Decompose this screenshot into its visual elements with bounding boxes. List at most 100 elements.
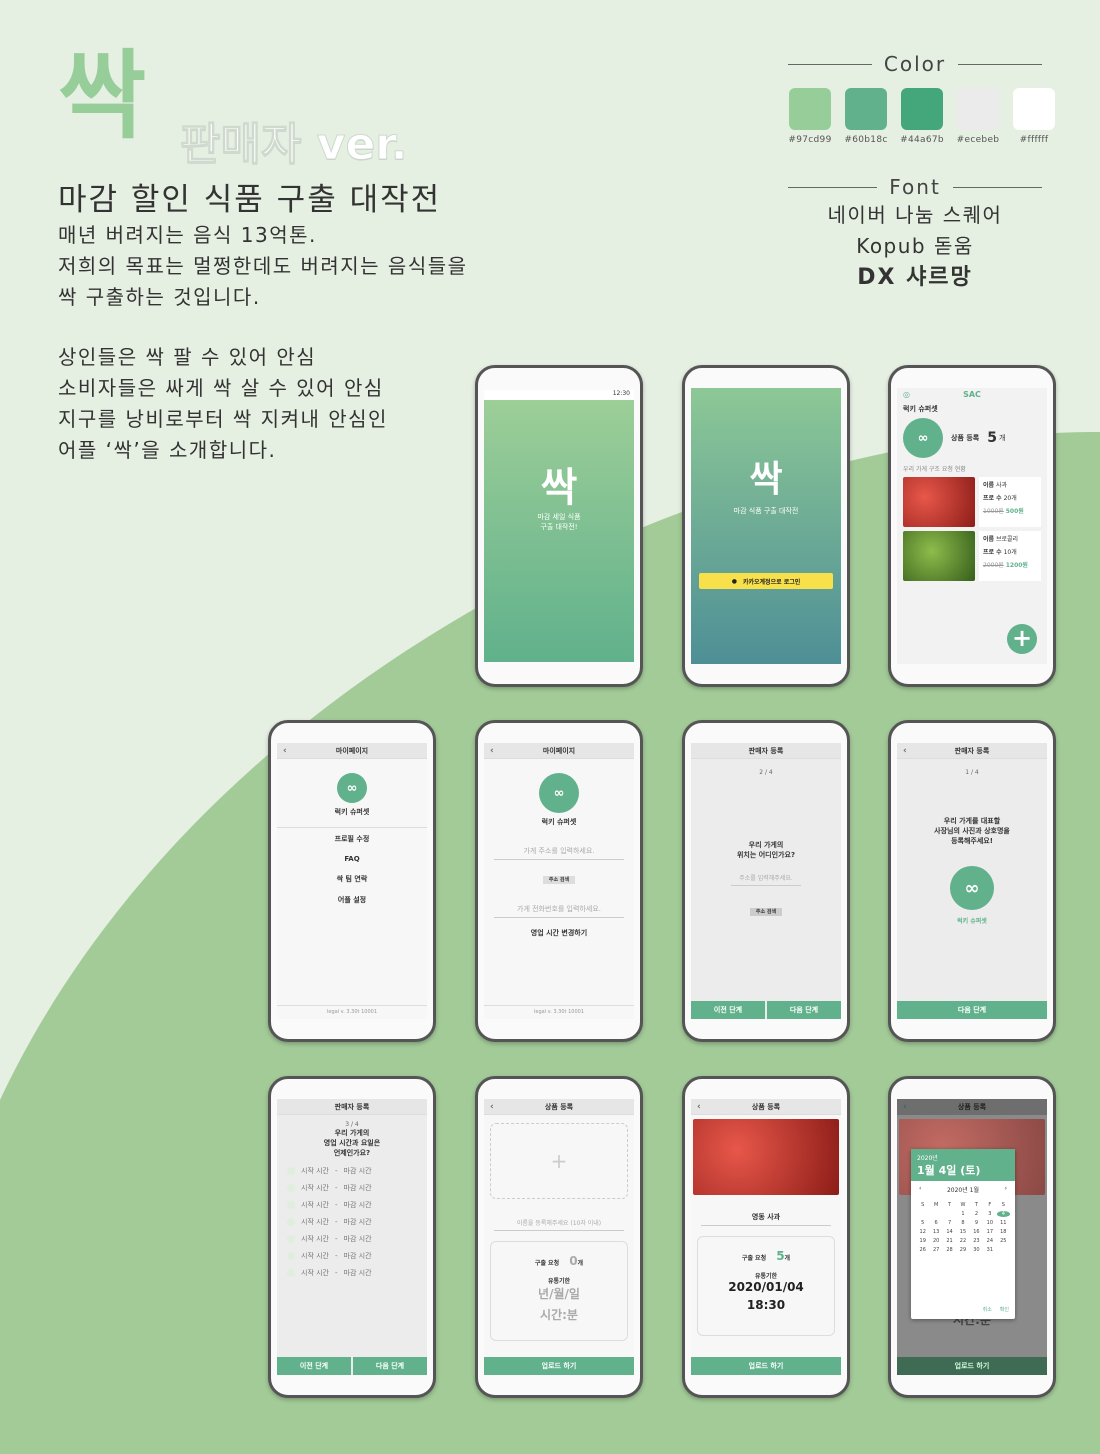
menu-item[interactable]: 싹 팀 연락 (277, 874, 427, 884)
screen-title: 마이페이지 (335, 747, 369, 755)
address-search-button[interactable]: 주소 검색 (542, 876, 576, 884)
calendar-grid[interactable]: SMTWTFS 1234 5 6 7 8 9 10 11 12 13 14 15 16 17 18 19… (911, 1198, 1015, 1257)
menu-item[interactable]: 어플 설정 (277, 895, 427, 905)
day-row[interactable]: 시작 시간 - 마감 시간 (287, 1200, 427, 1210)
page-subtitle: 마감 할인 식품 구출 대작전 (58, 182, 442, 218)
intro-text: 매년 버려지는 음식 13억톤. 저희의 목표는 멀쩡한데도 버려지는 음식들을… (58, 220, 468, 313)
intro2-line: 상인들은 싹 팔 수 있어 안심 (58, 345, 317, 369)
product-photo[interactable] (693, 1119, 839, 1195)
intro-line: 싹 구출하는 것입니다. (58, 285, 261, 309)
day-row[interactable]: 시작 시간 - 마감 시간 (287, 1217, 427, 1227)
legal-footer: legal v. 3.30t 10001 (484, 1005, 634, 1015)
store-avatar: ∞ (903, 418, 943, 458)
address-search-button[interactable]: 주소 검색 (749, 908, 783, 916)
step-buttons: 이전 단계 다음 단계 (691, 1001, 841, 1019)
phone-home: ◎ SAC 럭키 슈퍼셋 ∞ 상품 등록 5개 우리 가게 구조 요청 현황 이… (888, 365, 1056, 687)
day-row[interactable]: 시작 시간 - 마감 시간 (287, 1166, 427, 1176)
qty-input[interactable]: 5 (776, 1249, 784, 1263)
kakao-login-button[interactable]: ● 카카오계정으로 로그인 (699, 573, 833, 589)
back-icon[interactable]: ‹ (283, 743, 287, 759)
next-step-button[interactable]: 다음 단계 (897, 1001, 1047, 1019)
store-name: 럭키 슈퍼셋 (541, 818, 577, 826)
product-count: 5 (987, 430, 997, 446)
phone-input[interactable]: 가게 전화번호를 입력하세요. (494, 901, 624, 918)
hours-change-button[interactable]: 영업 시간 변경하기 (484, 928, 634, 938)
add-product-button[interactable]: + (1007, 624, 1037, 654)
day-row[interactable]: 시작 시간 - 마감 시간 (287, 1234, 427, 1244)
swatch: #97cd99 (788, 88, 831, 145)
phone-product-reg-empty: ‹ 상품 등록 + 이름을 등록해주세요 (10자 이내) 구출 요청 0개 유통… (475, 1076, 643, 1398)
store-avatar[interactable]: ∞ (539, 773, 579, 813)
back-icon[interactable]: ‹ (697, 1099, 701, 1115)
hours-list: 시작 시간 - 마감 시간 시작 시간 - 마감 시간 시작 시간 - 마감 시간 시작 시… (277, 1166, 427, 1278)
picker-year: 2020년 (917, 1155, 938, 1162)
settings-icon[interactable]: ◎ (903, 388, 910, 402)
screen-title: 판매자 등록 (334, 1103, 370, 1111)
ok-button[interactable]: 확인 (1000, 1306, 1009, 1313)
address-input[interactable]: 주소를 입력해주세요. (731, 870, 801, 886)
intro2-line: 지구를 낭비로부터 싹 지켜내 안심인 (58, 407, 388, 431)
photo-upload-avatar[interactable]: ∞ (950, 866, 994, 910)
time-input[interactable]: 18:30 (698, 1298, 834, 1312)
day-row[interactable]: 시작 시간 - 마감 시간 (287, 1268, 427, 1278)
qty-unit: 개 (784, 1255, 791, 1262)
store-name: 럭키 슈퍼셋 (903, 405, 938, 413)
question-text: 우리 가게를 대표할 (943, 817, 1001, 825)
time-input[interactable]: 시간:분 (491, 1306, 627, 1323)
back-icon[interactable]: ‹ (903, 1099, 907, 1115)
next-step-button[interactable]: 다음 단계 (353, 1357, 427, 1375)
login-logo: 싹 (749, 459, 783, 500)
step-indicator: 1 / 4 (965, 769, 979, 776)
qty-input[interactable]: 0 (569, 1254, 577, 1268)
day-row[interactable]: 시작 시간 - 마감 시간 (287, 1251, 427, 1261)
upload-button[interactable]: 업로드 하기 (484, 1357, 634, 1375)
date-input[interactable]: 2020/01/04 (698, 1280, 834, 1294)
product-card[interactable]: 이름 사과 프로 수 20개 1000원 500원 (897, 477, 1047, 531)
store-avatar: ∞ (337, 773, 367, 803)
splash-logo: 싹 (540, 465, 578, 511)
font-item: Kopub 돋움 (856, 234, 974, 258)
font-heading-text: Font (889, 175, 941, 199)
store-name-input[interactable]: 럭키 슈퍼셋 (897, 916, 1047, 925)
date-picker[interactable]: 2020년 1월 4일 (토) ‹ 2020년 1월 › SMTWTFS 123… (911, 1149, 1015, 1319)
menu-item[interactable]: 프로필 수정 (277, 834, 427, 844)
status-label: 우리 가게 구조 요청 현황 (903, 466, 966, 473)
photo-upload-area[interactable]: + (490, 1123, 628, 1199)
legal-footer: legal v. 3.30t 10001 (277, 1005, 427, 1015)
color-swatches: #97cd99 #60b18c #44a67b #ecebeb #ffffff (788, 88, 1055, 145)
splash-tagline: 마감 세일 식품 (537, 513, 581, 521)
product-image (903, 477, 975, 527)
upload-button[interactable]: 업로드 하기 (691, 1357, 841, 1375)
question-text: 영업 시간과 요일은 (323, 1139, 381, 1147)
screen-title: 판매자 등록 (954, 747, 990, 755)
question-text: 등록해주세요! (951, 837, 993, 845)
count-unit: 개 (998, 434, 1006, 442)
back-icon[interactable]: ‹ (490, 743, 494, 759)
menu-item[interactable]: FAQ (277, 855, 427, 863)
prev-step-button[interactable]: 이전 단계 (691, 1001, 765, 1019)
intro-line: 저희의 목표는 멀쩡한데도 버려지는 음식들을 (58, 254, 468, 278)
back-icon[interactable]: ‹ (490, 1099, 494, 1115)
swatch: #60b18c (844, 88, 887, 145)
product-name-input[interactable]: 영동 사과 (701, 1209, 831, 1226)
expiry-label: 유통기한 (547, 1278, 571, 1285)
product-card[interactable]: 이름 브로콜리 프로 수 10개 2000원 1200원 (897, 531, 1047, 581)
back-icon[interactable]: ‹ (903, 743, 907, 759)
cancel-button[interactable]: 취소 (983, 1306, 992, 1313)
address-input[interactable]: 가게 주소를 입력하세요. (494, 843, 624, 860)
plus-icon: + (550, 1149, 568, 1173)
next-step-button[interactable]: 다음 단계 (767, 1001, 841, 1019)
upload-button: 업로드 하기 (897, 1357, 1047, 1375)
prev-step-button[interactable]: 이전 단계 (277, 1357, 351, 1375)
phone-login: 싹 마감 식품 구출 대작전 ● 카카오계정으로 로그인 (682, 365, 850, 687)
day-row[interactable]: 시작 시간 - 마감 시간 (287, 1183, 427, 1193)
login-tagline: 마감 식품 구출 대작전 (733, 507, 799, 515)
question-text: 사장님의 사진과 상호명을 (934, 827, 1010, 835)
next-month-icon[interactable]: › (1005, 1185, 1007, 1194)
date-input[interactable]: 년/월/일 (491, 1285, 627, 1302)
product-reg-label: 상품 등록 (951, 434, 980, 442)
product-name-input[interactable]: 이름을 등록해주세요 (10자 이내) (494, 1215, 624, 1231)
font-item: DX 샤르망 (857, 265, 973, 290)
swatch: #ffffff (1013, 88, 1055, 145)
prev-month-icon[interactable]: ‹ (919, 1185, 921, 1194)
